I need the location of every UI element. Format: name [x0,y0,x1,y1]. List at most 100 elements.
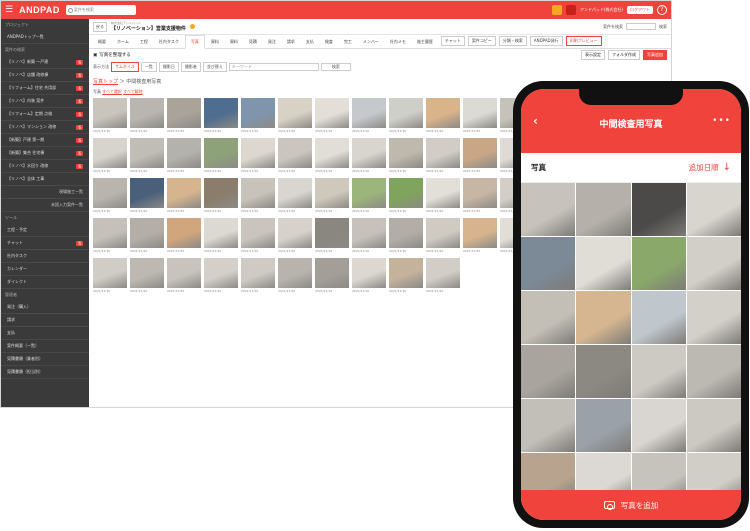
photo-thumbnail[interactable]: 2021/11/10 [167,178,201,213]
photo-thumbnail[interactable]: 2021/11/10 [463,138,497,173]
sidebar-item[interactable]: 【リノベ】水回り 改修 6 [1,160,89,173]
photo-thumbnail[interactable]: 2021/11/10 [130,258,164,293]
sidebar-item[interactable]: 【新築】戸建 第一期 6 [1,134,89,147]
photo-image[interactable] [426,98,460,128]
photo-image[interactable] [463,218,497,248]
photo-image[interactable] [278,178,312,208]
tab-action-button[interactable]: 案件コピー [467,36,496,46]
tab-item[interactable]: 完工 [339,36,357,48]
photo-image[interactable] [315,98,349,128]
sort-arrow-icon[interactable]: ↓ [723,162,731,173]
photo-thumbnail[interactable]: 2021/11/10 [315,218,349,253]
photo-image[interactable] [278,258,312,288]
sidebar-item[interactable]: 【リノベ】新築 一戸建 6 [1,56,89,69]
photo-image[interactable] [352,98,386,128]
tab-item[interactable]: 概要 [93,36,111,48]
sidebar-item[interactable]: 工程・予定 [1,224,89,237]
sidebar-item[interactable]: 案件概要（一覧） [1,340,89,353]
sidebar-item[interactable]: 見積書類（担当別） [1,366,89,379]
photo-image[interactable] [315,258,349,288]
photo-thumbnail[interactable]: 2021/11/10 [204,258,238,293]
photo-image[interactable] [204,218,238,248]
phone-photo-thumbnail[interactable] [631,345,686,398]
photo-thumbnail[interactable]: 2021/11/10 [352,258,386,293]
phone-photo-thumbnail[interactable] [576,399,631,452]
photo-thumbnail[interactable]: 2021/11/10 [130,98,164,133]
sidebar-item[interactable]: ANDPADトップ一覧 [1,31,89,44]
photo-image[interactable] [241,178,275,208]
sidebar-item[interactable]: 発注（購入） [1,301,89,314]
phone-photo-thumbnail[interactable] [686,345,741,398]
photo-thumbnail[interactable]: 2021/11/10 [426,98,460,133]
tab-item[interactable]: 社内メモ [385,36,411,48]
photo-image[interactable] [204,178,238,208]
photo-image[interactable] [426,258,460,288]
favorite-icon[interactable] [189,24,195,29]
phone-photo-thumbnail[interactable] [576,291,631,344]
photo-thumbnail[interactable]: 2021/11/10 [167,98,201,133]
sidebar-item[interactable]: 請求 [1,314,89,327]
photo-image[interactable] [278,218,312,248]
photo-image[interactable] [167,218,201,248]
app-logo[interactable]: ANDPAD [19,5,60,15]
photo-thumbnail[interactable]: 2021/11/10 [426,258,460,293]
view-option-button[interactable]: 一覧 [140,62,157,72]
photo-image[interactable] [241,98,275,128]
photo-action-button[interactable]: フォルダ作成 [608,50,640,60]
photo-image[interactable] [204,98,238,128]
more-icon[interactable]: ••• [712,116,731,126]
photo-thumbnail[interactable]: 2021/11/10 [315,178,349,213]
photo-image[interactable] [389,98,423,128]
photo-image[interactable] [241,258,275,288]
photo-image[interactable] [278,98,312,128]
photo-thumbnail[interactable]: 2021/11/10 [352,218,386,253]
photo-image[interactable] [204,138,238,168]
tab-item[interactable]: ホーム [112,36,134,48]
photo-thumbnail[interactable]: 2021/11/10 [241,98,275,133]
photo-thumbnail[interactable]: 2021/11/10 [204,218,238,253]
add-photo-button[interactable]: 写真を追加 [521,490,741,520]
tab-item[interactable]: 工程 [135,36,153,48]
photo-image[interactable] [315,218,349,248]
phone-photo-thumbnail[interactable] [521,399,576,452]
sidebar-item[interactable]: カレンダー [1,263,89,276]
sidebar-item[interactable]: 社内タスク [1,250,89,263]
sidebar-item[interactable]: 【リノベ】店舗 改修棟 6 [1,69,89,82]
tab-item[interactable]: 施主履歴 [412,36,438,48]
photo-thumbnail[interactable]: 2021/11/10 [389,258,423,293]
photo-thumbnail[interactable]: 2021/11/10 [93,178,127,213]
sidebar-item[interactable]: 【リノベ】内装 案件 6 [1,95,89,108]
photo-image[interactable] [130,178,164,208]
sidebar-item[interactable]: 【リフォーム】定期 点検 6 [1,108,89,121]
photo-image[interactable] [426,138,460,168]
logout-button[interactable]: ログアウト [627,6,653,14]
sidebar-item[interactable]: 【リノベ】マンション 改修 6 [1,121,89,134]
photo-image[interactable] [167,258,201,288]
tab-action-button[interactable]: チャット [440,36,465,46]
tab-item[interactable]: 発注 [263,36,281,48]
photo-thumbnail[interactable]: 2021/11/10 [463,218,497,253]
photo-thumbnail[interactable]: 2021/11/10 [278,178,312,213]
breadcrumb-root[interactable]: 写真トップ [93,79,118,85]
photo-thumbnail[interactable]: 2021/11/10 [352,138,386,173]
photo-thumbnail[interactable]: 2021/11/10 [278,218,312,253]
tab-item[interactable]: 資料 [206,36,224,48]
filter-search-button[interactable]: 検索 [320,63,351,71]
photo-thumbnail[interactable]: 2021/11/10 [315,258,349,293]
photo-image[interactable] [130,98,164,128]
sidebar-item[interactable]: 現場施工一覧 [1,186,89,199]
tab-item[interactable]: メンバー [358,36,384,48]
photo-image[interactable] [167,138,201,168]
tab-item[interactable]: 支払 [301,36,319,48]
photo-image[interactable] [389,258,423,288]
tab-item[interactable]: 検査 [320,36,338,48]
photo-image[interactable] [389,138,423,168]
photo-thumbnail[interactable]: 2021/11/10 [93,98,127,133]
photo-image[interactable] [167,178,201,208]
tab-item[interactable]: 請求 [282,36,300,48]
photo-thumbnail[interactable]: 2021/11/10 [204,138,238,173]
phone-photo-thumbnail[interactable] [521,291,576,344]
photo-thumbnail[interactable]: 2021/11/10 [204,178,238,213]
photo-thumbnail[interactable]: 2021/11/10 [241,178,275,213]
photo-thumbnail[interactable]: 2021/11/10 [315,138,349,173]
